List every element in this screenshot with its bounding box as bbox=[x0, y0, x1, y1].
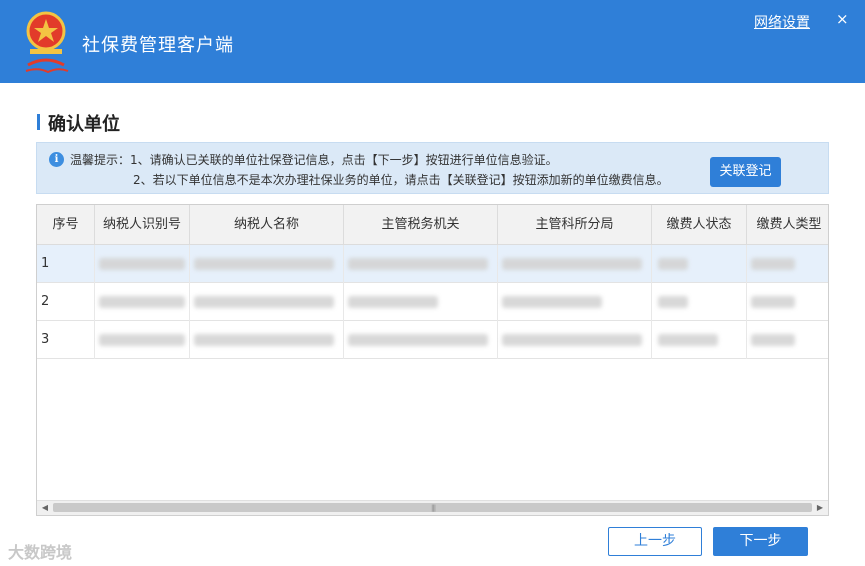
scrollbar-thumb[interactable]: ||| bbox=[53, 503, 812, 512]
next-step-button[interactable]: 下一步 bbox=[713, 527, 808, 556]
close-icon[interactable]: × bbox=[836, 10, 849, 28]
payer-type-cell bbox=[747, 283, 828, 321]
tax-emblem-logo bbox=[25, 11, 69, 74]
scrollbar-grip-icon: ||| bbox=[431, 504, 436, 512]
table-row[interactable]: 2 bbox=[37, 283, 828, 321]
scroll-left-arrow-icon[interactable]: ◀ bbox=[38, 501, 52, 515]
payer-type-cell bbox=[747, 321, 828, 359]
payer-type-cell bbox=[747, 245, 828, 283]
tax-authority-cell bbox=[344, 283, 498, 321]
taxpayer-id-cell bbox=[95, 283, 190, 321]
row-index: 1 bbox=[37, 245, 95, 283]
payer-status-cell bbox=[652, 321, 747, 359]
column-header[interactable]: 主管科所分局 bbox=[498, 205, 652, 245]
previous-step-button[interactable]: 上一步 bbox=[608, 527, 702, 556]
tax-branch-cell bbox=[498, 283, 652, 321]
column-header[interactable]: 纳税人名称 bbox=[190, 205, 344, 245]
tip-line-2: 2、若以下单位信息不是本次办理社保业务的单位，请点击【关联登记】按钮添加新的单位… bbox=[133, 173, 669, 187]
info-icon: i bbox=[49, 152, 64, 167]
taxpayer-name-cell bbox=[190, 321, 344, 359]
table-row[interactable]: 1 bbox=[37, 245, 828, 283]
tax-authority-cell bbox=[344, 245, 498, 283]
page-title: 确认单位 bbox=[48, 114, 120, 135]
column-header[interactable]: 缴费人状态 bbox=[652, 205, 747, 245]
payer-status-cell bbox=[652, 283, 747, 321]
taxpayer-id-cell bbox=[95, 245, 190, 283]
column-header[interactable]: 序号 bbox=[37, 205, 95, 245]
taxpayer-id-cell bbox=[95, 321, 190, 359]
table-header: 序号 纳税人识别号 纳税人名称 主管税务机关 主管科所分局 缴费人状态 缴费人类… bbox=[37, 205, 828, 245]
tax-branch-cell bbox=[498, 321, 652, 359]
network-settings-link[interactable]: 网络设置 bbox=[754, 12, 810, 32]
row-index: 3 bbox=[37, 321, 95, 359]
column-header[interactable]: 缴费人类型 bbox=[747, 205, 828, 245]
scroll-right-arrow-icon[interactable]: ▶ bbox=[813, 501, 827, 515]
title-bar: 社保费管理客户端 网络设置 × bbox=[0, 0, 865, 83]
row-index: 2 bbox=[37, 283, 95, 321]
horizontal-scrollbar[interactable]: ◀ ||| ▶ bbox=[37, 500, 828, 515]
link-registration-button[interactable]: 关联登记 bbox=[710, 157, 781, 187]
app-title: 社保费管理客户端 bbox=[82, 35, 234, 56]
tax-authority-cell bbox=[344, 321, 498, 359]
section-marker bbox=[37, 114, 40, 130]
column-header[interactable]: 纳税人识别号 bbox=[95, 205, 190, 245]
tip-line-1: 温馨提示：1、请确认已关联的单位社保登记信息，点击【下一步】按钮进行单位信息验证… bbox=[70, 153, 558, 167]
watermark: 大数跨境 bbox=[8, 543, 73, 562]
table-row[interactable]: 3 bbox=[37, 321, 828, 359]
taxpayer-name-cell bbox=[190, 283, 344, 321]
payer-status-cell bbox=[652, 245, 747, 283]
tax-branch-cell bbox=[498, 245, 652, 283]
unit-table: 序号 纳税人识别号 纳税人名称 主管税务机关 主管科所分局 缴费人状态 缴费人类… bbox=[36, 204, 829, 516]
taxpayer-name-cell bbox=[190, 245, 344, 283]
column-header[interactable]: 主管税务机关 bbox=[344, 205, 498, 245]
